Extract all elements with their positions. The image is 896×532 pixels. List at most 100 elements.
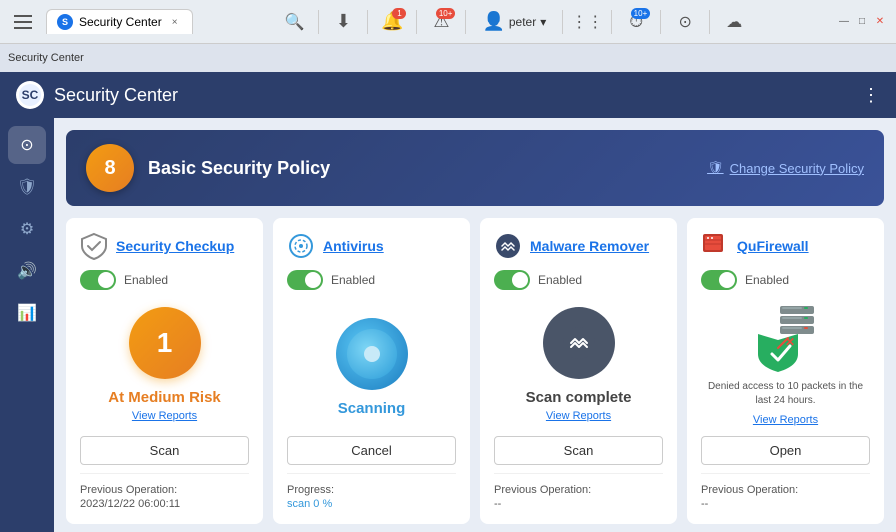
browser-title-bar: S Security Center × 🔍 ⬇ 🔔 1 ⚠ 10+ 👤 pete… — [0, 0, 896, 44]
malware-status: Scan complete — [526, 389, 632, 406]
scanning-dot — [364, 346, 380, 362]
tab-title: Security Center — [79, 15, 162, 29]
antivirus-progress-label: Progress: — [287, 484, 456, 496]
card-header-malware: Malware Remover — [494, 232, 663, 260]
security-checkup-title[interactable]: Security Checkup — [116, 238, 234, 254]
security-toggle-row: Enabled — [80, 270, 249, 290]
policy-icon: 8 — [86, 144, 134, 192]
browser-toolbar: 🔍 ⬇ 🔔 1 ⚠ 10+ 👤 peter ▾ ⋮⋮ ⏱ 10+ ⊙ — [193, 6, 836, 38]
sidebar-item-gear[interactable]: ⚙ — [8, 210, 46, 248]
security-status: At Medium Risk — [108, 389, 221, 406]
alert-icon[interactable]: ⚠ 10+ — [425, 6, 457, 38]
card-header-antivirus: Antivirus — [287, 232, 456, 260]
malware-view-reports[interactable]: View Reports — [546, 410, 611, 422]
malware-prev-op-label: Previous Operation: — [494, 484, 663, 496]
toolbar-divider-7 — [660, 10, 661, 34]
user-chevron-icon: ▾ — [540, 15, 546, 29]
malware-card-center: Scan complete View Reports — [494, 302, 663, 436]
search-toolbar-icon[interactable]: 🔍 — [278, 6, 310, 38]
security-card-center: 1 At Medium Risk View Reports — [80, 302, 249, 436]
toolbar-divider-4 — [465, 10, 466, 34]
sidebar-item-clock[interactable]: ⊙ — [8, 126, 46, 164]
tab-favicon: S — [57, 14, 73, 30]
security-checkup-icon — [80, 232, 108, 260]
app-menu-button[interactable]: ⋮ — [862, 85, 880, 106]
antivirus-toggle[interactable] — [287, 270, 323, 290]
sidebar-item-shield[interactable]: 🛡 — [8, 168, 46, 206]
cloud-icon[interactable]: ☁ — [718, 6, 750, 38]
alert-badge: 10+ — [436, 8, 456, 19]
scanning-animation — [336, 318, 408, 390]
firewall-prev-op: Previous Operation: -- — [701, 473, 870, 510]
firewall-card-center: ✕ Denied access to 10 packets in the las… — [701, 302, 870, 436]
sidebar-item-chart[interactable]: 📊 — [8, 294, 46, 332]
toolbar-divider-8 — [709, 10, 710, 34]
tab-close-button[interactable]: × — [168, 15, 182, 29]
svg-text:✕: ✕ — [785, 335, 795, 349]
app-title: Security Center — [54, 85, 862, 106]
sidebar-item-bell[interactable]: 🔊 — [8, 252, 46, 290]
hamburger-button[interactable] — [8, 6, 40, 38]
risk-circle: 1 — [129, 307, 201, 379]
maximize-button[interactable]: □ — [854, 14, 870, 30]
security-prev-op-label: Previous Operation: — [80, 484, 249, 496]
firewall-view-reports[interactable]: View Reports — [753, 414, 818, 426]
antivirus-icon — [287, 232, 315, 260]
firewall-toggle-row: Enabled — [701, 270, 870, 290]
security-toggle[interactable] — [80, 270, 116, 290]
close-button[interactable]: ✕ — [872, 14, 888, 30]
qufirewall-icon — [701, 232, 729, 260]
clock-badge: 10+ — [631, 8, 651, 19]
antivirus-card-center: Scanning — [287, 302, 456, 436]
policy-title: Basic Security Policy — [148, 158, 707, 179]
card-header-firewall: QuFirewall — [701, 232, 870, 260]
antivirus-cancel-button[interactable]: Cancel — [287, 436, 456, 465]
antivirus-enabled-label: Enabled — [331, 273, 375, 287]
antivirus-card: Antivirus Enabled Scanning — [273, 218, 470, 524]
user-button[interactable]: 👤 peter ▾ — [474, 7, 554, 36]
more-options-icon[interactable]: ⋮⋮ — [571, 6, 603, 38]
firewall-prev-op-value: -- — [701, 498, 870, 510]
qufirewall-title[interactable]: QuFirewall — [737, 238, 809, 254]
scanning-outer-ring — [336, 318, 408, 390]
malware-enabled-label: Enabled — [538, 273, 582, 287]
shield-policy-icon: 🛡 — [707, 160, 724, 176]
malware-toggle-row: Enabled — [494, 270, 663, 290]
main-layout: ⊙ 🛡 ⚙ 🔊 📊 8 Basic Security Policy 🛡 Chan… — [0, 118, 896, 532]
clock-icon[interactable]: ⏱ 10+ — [620, 6, 652, 38]
download-icon[interactable]: ⬇ — [327, 6, 359, 38]
firewall-denied-text: Denied access to 10 packets in the last … — [701, 380, 870, 408]
malware-prev-op-value: -- — [494, 498, 663, 510]
firewall-visual: ✕ — [750, 302, 822, 374]
window-title-bar: Security Center — [0, 44, 896, 72]
change-policy-button[interactable]: 🛡 Change Security Policy — [707, 160, 864, 176]
minimize-button[interactable]: — — [836, 14, 852, 30]
gauge-icon[interactable]: ⊙ — [669, 6, 701, 38]
browser-controls: S Security Center × — [8, 6, 193, 38]
security-enabled-label: Enabled — [124, 273, 168, 287]
firewall-prev-op-label: Previous Operation: — [701, 484, 870, 496]
policy-banner: 8 Basic Security Policy 🛡 Change Securit… — [66, 130, 884, 206]
app-logo: SC — [16, 81, 44, 109]
antivirus-status: Scanning — [338, 400, 406, 417]
antivirus-title[interactable]: Antivirus — [323, 238, 384, 254]
antivirus-toggle-row: Enabled — [287, 270, 456, 290]
toolbar-divider-5 — [562, 10, 563, 34]
malware-toggle[interactable] — [494, 270, 530, 290]
security-view-reports[interactable]: View Reports — [132, 410, 197, 422]
firewall-open-button[interactable]: Open — [701, 436, 870, 465]
malware-remover-title[interactable]: Malware Remover — [530, 238, 649, 254]
firewall-toggle[interactable] — [701, 270, 737, 290]
security-scan-button[interactable]: Scan — [80, 436, 249, 465]
notification-badge: 1 — [392, 8, 406, 19]
malware-scan-button[interactable]: Scan — [494, 436, 663, 465]
antivirus-progress-value: scan 0 % — [287, 498, 456, 510]
sidebar: ⊙ 🛡 ⚙ 🔊 📊 — [0, 118, 54, 532]
notification-icon[interactable]: 🔔 1 — [376, 6, 408, 38]
security-prev-op-value: 2023/12/22 06:00:11 — [80, 498, 249, 510]
browser-tab[interactable]: S Security Center × — [46, 9, 193, 34]
change-policy-label: Change Security Policy — [730, 161, 864, 176]
toolbar-divider-6 — [611, 10, 612, 34]
window-title: Security Center — [8, 52, 84, 64]
toolbar-divider-3 — [416, 10, 417, 34]
